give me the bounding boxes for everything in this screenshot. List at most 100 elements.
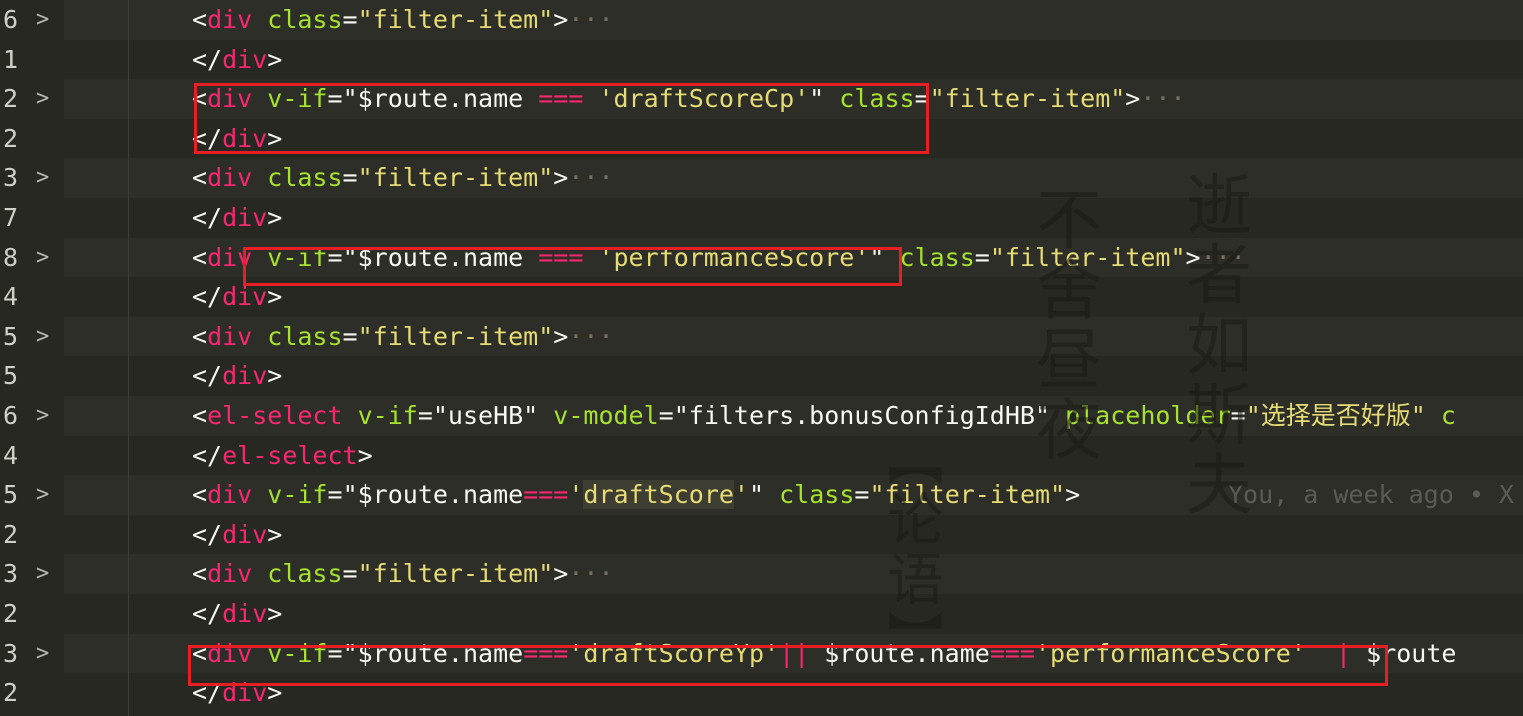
code-text[interactable]: <div v-if="$route.name==='draftScore'" c… [192,475,1080,515]
code-token: > [553,559,569,589]
code-text[interactable]: <div v-if="$route.name === 'draftScoreCp… [192,79,1186,119]
code-line[interactable]: 5 </div> [0,356,1523,396]
code-text[interactable]: </div> [192,594,282,634]
line-number: 3 [2,163,18,193]
fold-chevron-icon[interactable]: > [36,238,49,278]
code-line[interactable]: 5 > <div class="filter-item">··· [0,316,1523,357]
code-token: 'performanceScore' [598,242,870,272]
code-token: < [192,163,208,193]
code-token: || [779,638,810,668]
line-number: 3 [2,559,18,589]
fold-chevron-icon[interactable]: > [36,158,49,198]
code-token: div [222,203,268,232]
code-token: = [342,163,358,193]
code-line[interactable]: 3 > <div class="filter-item">··· [0,158,1523,198]
code-token: 'performanceScore' [1034,638,1306,668]
code-line[interactable]: 3 > <div class="filter-item">··· [0,554,1523,594]
code-token: = [327,638,343,668]
code-token: " [809,84,825,114]
code-editor[interactable]: 6 > <div class="filter-item">··· 1 </div> 2 > <… [0,0,1523,716]
code-text[interactable]: </div> [192,198,282,238]
line-number: 3 [2,638,18,668]
code-token: class [899,242,975,272]
code-line[interactable]: 1 </div> [0,39,1523,80]
code-token: "filter-item" [357,321,554,351]
code-line[interactable]: 7 </div> [0,198,1523,238]
code-line[interactable]: 4 </div> [0,277,1523,317]
fold-chevron-icon[interactable]: > [36,317,49,357]
code-text[interactable]: <div v-if="$route.name==='draftScoreYp'|… [192,634,1456,674]
code-token: = [342,559,358,589]
code-token: > [357,440,373,470]
code-token: > [267,44,283,74]
code-line[interactable]: 2 > <div v-if="$route.name === 'draftScore… [0,79,1523,119]
line-number: 4 [2,282,18,312]
code-token: div [207,84,253,114]
code-token: "选择是否好版" [1245,401,1426,430]
code-token: " [869,242,885,272]
fold-chevron-icon[interactable]: > [36,475,49,515]
code-line[interactable]: 5 > <div v-if="$route.name==='draftScore'"… [0,475,1523,515]
code-token: ··· [1200,242,1246,272]
code-text[interactable]: <div v-if="$route.name === 'performanceS… [192,238,1246,278]
code-line[interactable]: 3 > <div v-if="$route.name==='draftScoreYp… [0,633,1523,674]
code-text[interactable]: <div class="filter-item">··· [192,158,614,198]
line-number: 1 [2,44,18,74]
code-token: "$route.name [342,84,539,114]
line-number: 7 [2,203,18,232]
fold-chevron-icon[interactable]: > [36,554,49,594]
code-text[interactable]: </div> [192,356,282,396]
code-line[interactable]: 2 </div> [0,673,1523,713]
code-text[interactable]: <el-select v-if="useHB" v-model="filters… [192,396,1456,436]
code-text[interactable]: </el-select> [192,436,373,476]
code-text[interactable]: </div> [192,119,282,159]
code-line[interactable]: 2 </div> [0,118,1523,159]
line-number: 6 [2,5,18,34]
fold-chevron-icon[interactable]: > [36,0,49,40]
code-token: = [974,242,990,272]
fold-chevron-icon[interactable]: > [36,79,49,119]
code-token: c [1440,401,1456,430]
code-line[interactable]: 6 > <el-select v-if="useHB" v-model="filte… [0,396,1523,436]
code-line[interactable]: 8 > <div v-if="$route.name === 'performanc… [0,237,1523,278]
code-token: < [192,559,208,589]
code-token: ··· [568,559,614,589]
code-token: </ [192,203,223,232]
code-token: $route [1366,638,1457,668]
code-line[interactable]: 2 </div> [0,594,1523,634]
code-text[interactable]: </div> [192,40,282,80]
code-line[interactable]: 4 </el-select> [0,435,1523,476]
code-token: === [538,242,584,272]
code-token: div [207,242,253,272]
fold-chevron-icon[interactable]: > [36,396,49,436]
code-token: ··· [1140,84,1186,114]
code-text[interactable]: </div> [192,515,282,555]
line-background [64,277,1523,317]
code-token: < [192,84,208,114]
code-text[interactable]: <div class="filter-item">··· [192,554,614,594]
code-token: > [1185,242,1201,272]
code-text[interactable]: </div> [192,673,282,713]
code-token: v-if [267,84,328,114]
code-line[interactable]: 6 > <div class="filter-item">··· [0,0,1523,40]
code-text[interactable]: </div> [192,277,282,317]
code-text[interactable]: <div class="filter-item">··· [192,0,614,40]
code-token: </ [192,519,223,549]
code-token: ' [733,480,749,510]
code-token: div [207,559,253,589]
fold-chevron-icon[interactable]: > [36,634,49,674]
code-token: = [914,84,930,114]
line-number: 5 [2,321,18,351]
code-token: < [192,321,208,351]
code-token: > [267,203,283,232]
code-token: "useHB" [432,401,539,430]
line-number: 2 [2,678,18,708]
code-text[interactable]: <div class="filter-item">··· [192,317,614,357]
code-line[interactable]: 2 </div> [0,514,1523,555]
